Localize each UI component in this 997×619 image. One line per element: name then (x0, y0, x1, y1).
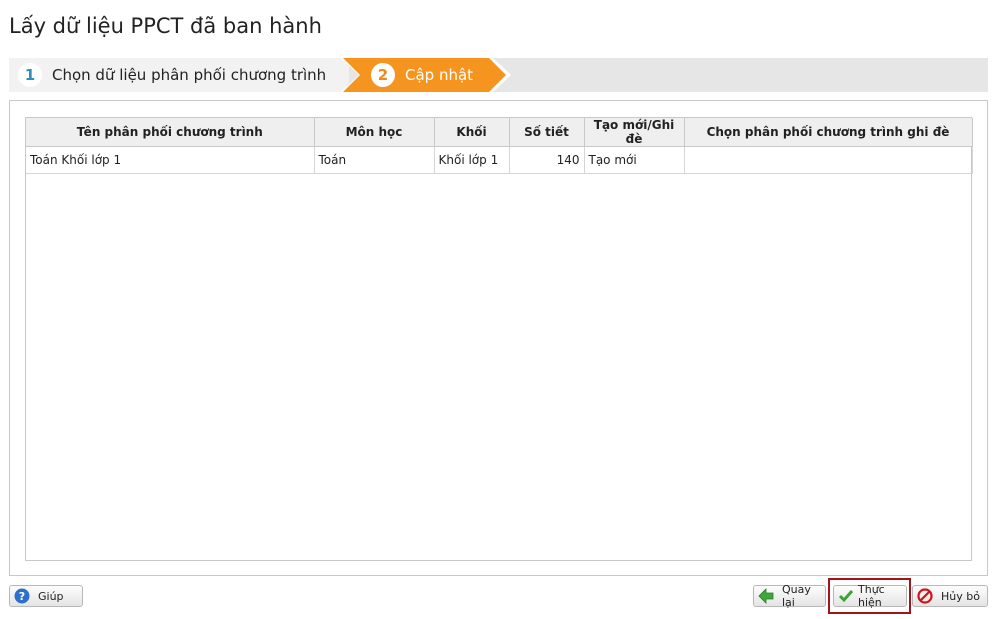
checkmark-icon (838, 588, 854, 604)
cancel-button-label: Hủy bỏ (941, 589, 980, 603)
cell-grade[interactable]: Khối lớp 1 (434, 146, 510, 174)
col-header-mode[interactable]: Tạo mới/Ghi đè (584, 118, 685, 147)
execute-button[interactable]: Thực hiện (833, 583, 907, 609)
cancel-icon (917, 588, 933, 604)
back-arrow-icon (758, 588, 774, 604)
step-1-number: 1 (18, 63, 42, 87)
cell-overwrite[interactable] (684, 146, 973, 174)
content-panel: Tên phân phối chương trình Môn học Khối … (9, 100, 988, 576)
col-header-periods[interactable]: Số tiết (509, 118, 585, 147)
back-button-label: Quay lại (782, 583, 811, 609)
ppct-grid: Tên phân phối chương trình Môn học Khối … (25, 117, 973, 561)
table-header-row: Tên phân phối chương trình Môn học Khối … (26, 118, 973, 147)
cell-periods[interactable]: 140 (509, 146, 585, 174)
cell-mode[interactable]: Tạo mới (584, 146, 685, 174)
execute-button-label: Thực hiện (858, 583, 885, 609)
step-1-label: Chọn dữ liệu phân phối chương trình (52, 66, 327, 84)
wizard-step-1: 1 Chọn dữ liệu phân phối chương trình (9, 58, 349, 92)
table-row[interactable]: Toán Khối lớp 1 Toán Khối lớp 1 140 Tạo … (26, 146, 973, 174)
col-header-grade[interactable]: Khối (434, 118, 510, 147)
ppct-table: Tên phân phối chương trình Môn học Khối … (26, 118, 973, 174)
step-2-label: Cập nhật (405, 66, 474, 84)
page-title: Lấy dữ liệu PPCT đã ban hành (9, 14, 322, 38)
col-header-subject[interactable]: Môn học (314, 118, 435, 147)
svg-text:?: ? (19, 590, 25, 603)
help-button-label: Giúp (38, 589, 64, 603)
help-icon: ? (14, 588, 30, 604)
back-button[interactable]: Quay lại (753, 583, 826, 609)
col-header-name[interactable]: Tên phân phối chương trình (26, 118, 315, 147)
wizard-steps: 1 Chọn dữ liệu phân phối chương trình 2 … (9, 58, 988, 92)
cell-subject[interactable]: Toán (314, 146, 435, 174)
col-header-overwrite[interactable]: Chọn phân phối chương trình ghi đè (684, 118, 973, 147)
step-2-number: 2 (371, 63, 395, 87)
cancel-button[interactable]: Hủy bỏ (912, 585, 988, 607)
help-button[interactable]: ? Giúp (9, 585, 83, 607)
wizard-step-2: 2 Cập nhật (341, 58, 511, 92)
cell-name[interactable]: Toán Khối lớp 1 (26, 146, 315, 174)
